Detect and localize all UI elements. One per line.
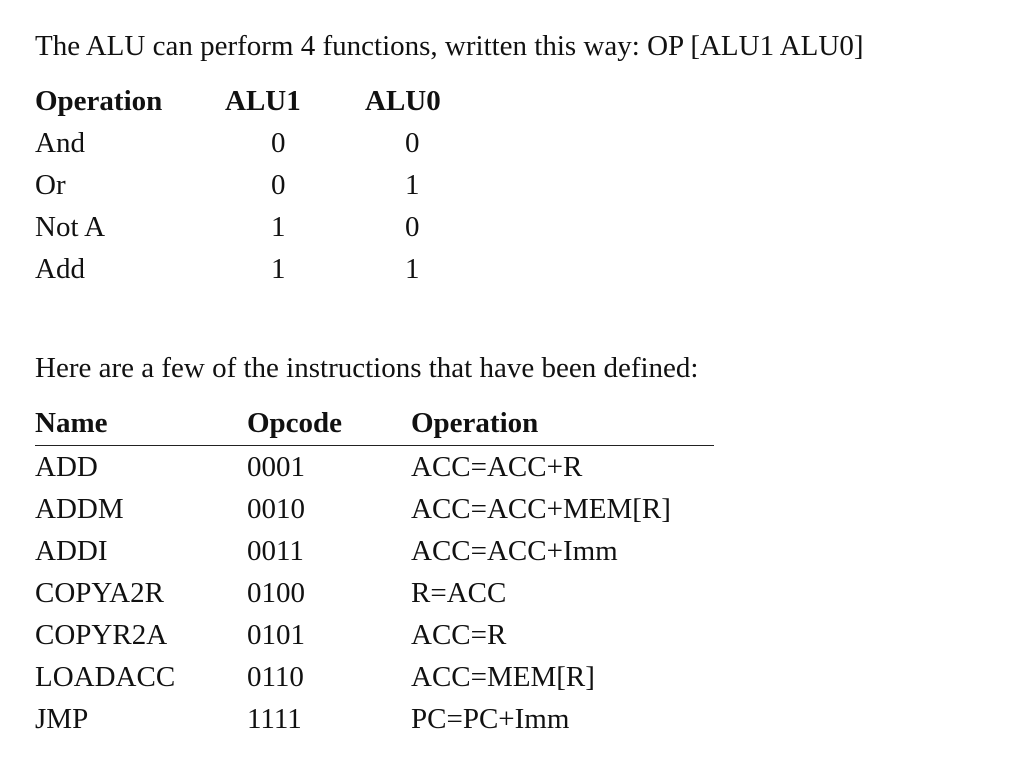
opcode-cell: 0110 <box>247 661 304 693</box>
column-header-operation: Operation <box>35 85 163 117</box>
operation-cell: PC=PC+Imm <box>411 703 570 735</box>
operation-cell: ACC=ACC+Imm <box>411 535 618 567</box>
alu0-cell: 0 <box>405 211 420 243</box>
alu0-cell: 1 <box>405 169 420 201</box>
operation-cell: ACC=ACC+R <box>411 451 583 483</box>
operation-cell: ACC=R <box>411 619 507 651</box>
alu1-cell: 0 <box>271 127 286 159</box>
instruction-table: Name Opcode Operation ADD 0001 ACC=ACC+R… <box>35 401 714 740</box>
opcode-cell: 0101 <box>247 619 305 651</box>
alu0-cell: 1 <box>405 253 420 285</box>
operation-cell: R=ACC <box>411 577 507 609</box>
table-row: Or 0 1 <box>35 164 465 206</box>
column-header-alu1: ALU1 <box>225 85 301 117</box>
table-row: Not A 1 0 <box>35 206 465 248</box>
table-row: COPYR2A 0101 ACC=R <box>35 614 714 656</box>
table-row: LOADACC 0110 ACC=MEM[R] <box>35 656 714 698</box>
instruction-name-cell: LOADACC <box>35 661 176 693</box>
table-row: ADD 0001 ACC=ACC+R <box>35 446 714 489</box>
alu-function-table: Operation ALU1 ALU0 And 0 0 Or 0 1 Not A… <box>35 80 465 290</box>
opcode-cell: 0100 <box>247 577 305 609</box>
opcode-cell: 0001 <box>247 451 305 483</box>
table-row: COPYA2R 0100 R=ACC <box>35 572 714 614</box>
alu-operation-cell: Not A <box>35 211 106 243</box>
alu-operation-cell: And <box>35 127 85 159</box>
alu-description: The ALU can perform 4 functions, written… <box>35 30 864 62</box>
table-header-row: Name Opcode Operation <box>35 401 714 446</box>
alu0-cell: 0 <box>405 127 420 159</box>
table-row: ADDI 0011 ACC=ACC+Imm <box>35 530 714 572</box>
instruction-name-cell: JMP <box>35 703 89 735</box>
alu1-cell: 0 <box>271 169 286 201</box>
instruction-name-cell: ADD <box>35 451 98 483</box>
table-header-row: Operation ALU1 ALU0 <box>35 80 465 122</box>
alu-operation-cell: Or <box>35 169 66 201</box>
column-header-name: Name <box>35 401 247 446</box>
alu1-cell: 1 <box>271 253 286 285</box>
opcode-cell: 0010 <box>247 493 305 525</box>
opcode-cell: 1111 <box>247 703 302 735</box>
table-row: ADDM 0010 ACC=ACC+MEM[R] <box>35 488 714 530</box>
alu-operation-cell: Add <box>35 253 85 285</box>
instruction-name-cell: COPYA2R <box>35 577 164 609</box>
opcode-cell: 0011 <box>247 535 304 567</box>
table-row: Add 1 1 <box>35 248 465 290</box>
instruction-description: Here are a few of the instructions that … <box>35 352 699 384</box>
operation-cell: ACC=MEM[R] <box>411 661 595 693</box>
column-header-alu0: ALU0 <box>365 85 441 117</box>
instruction-name-cell: ADDM <box>35 493 124 525</box>
column-header-opcode: Opcode <box>247 401 411 446</box>
table-row: And 0 0 <box>35 122 465 164</box>
column-header-operation: Operation <box>411 401 714 446</box>
instruction-name-cell: ADDI <box>35 535 108 567</box>
table-row: JMP 1111 PC=PC+Imm <box>35 698 714 740</box>
alu1-cell: 1 <box>271 211 286 243</box>
operation-cell: ACC=ACC+MEM[R] <box>411 493 671 525</box>
instruction-name-cell: COPYR2A <box>35 619 168 651</box>
